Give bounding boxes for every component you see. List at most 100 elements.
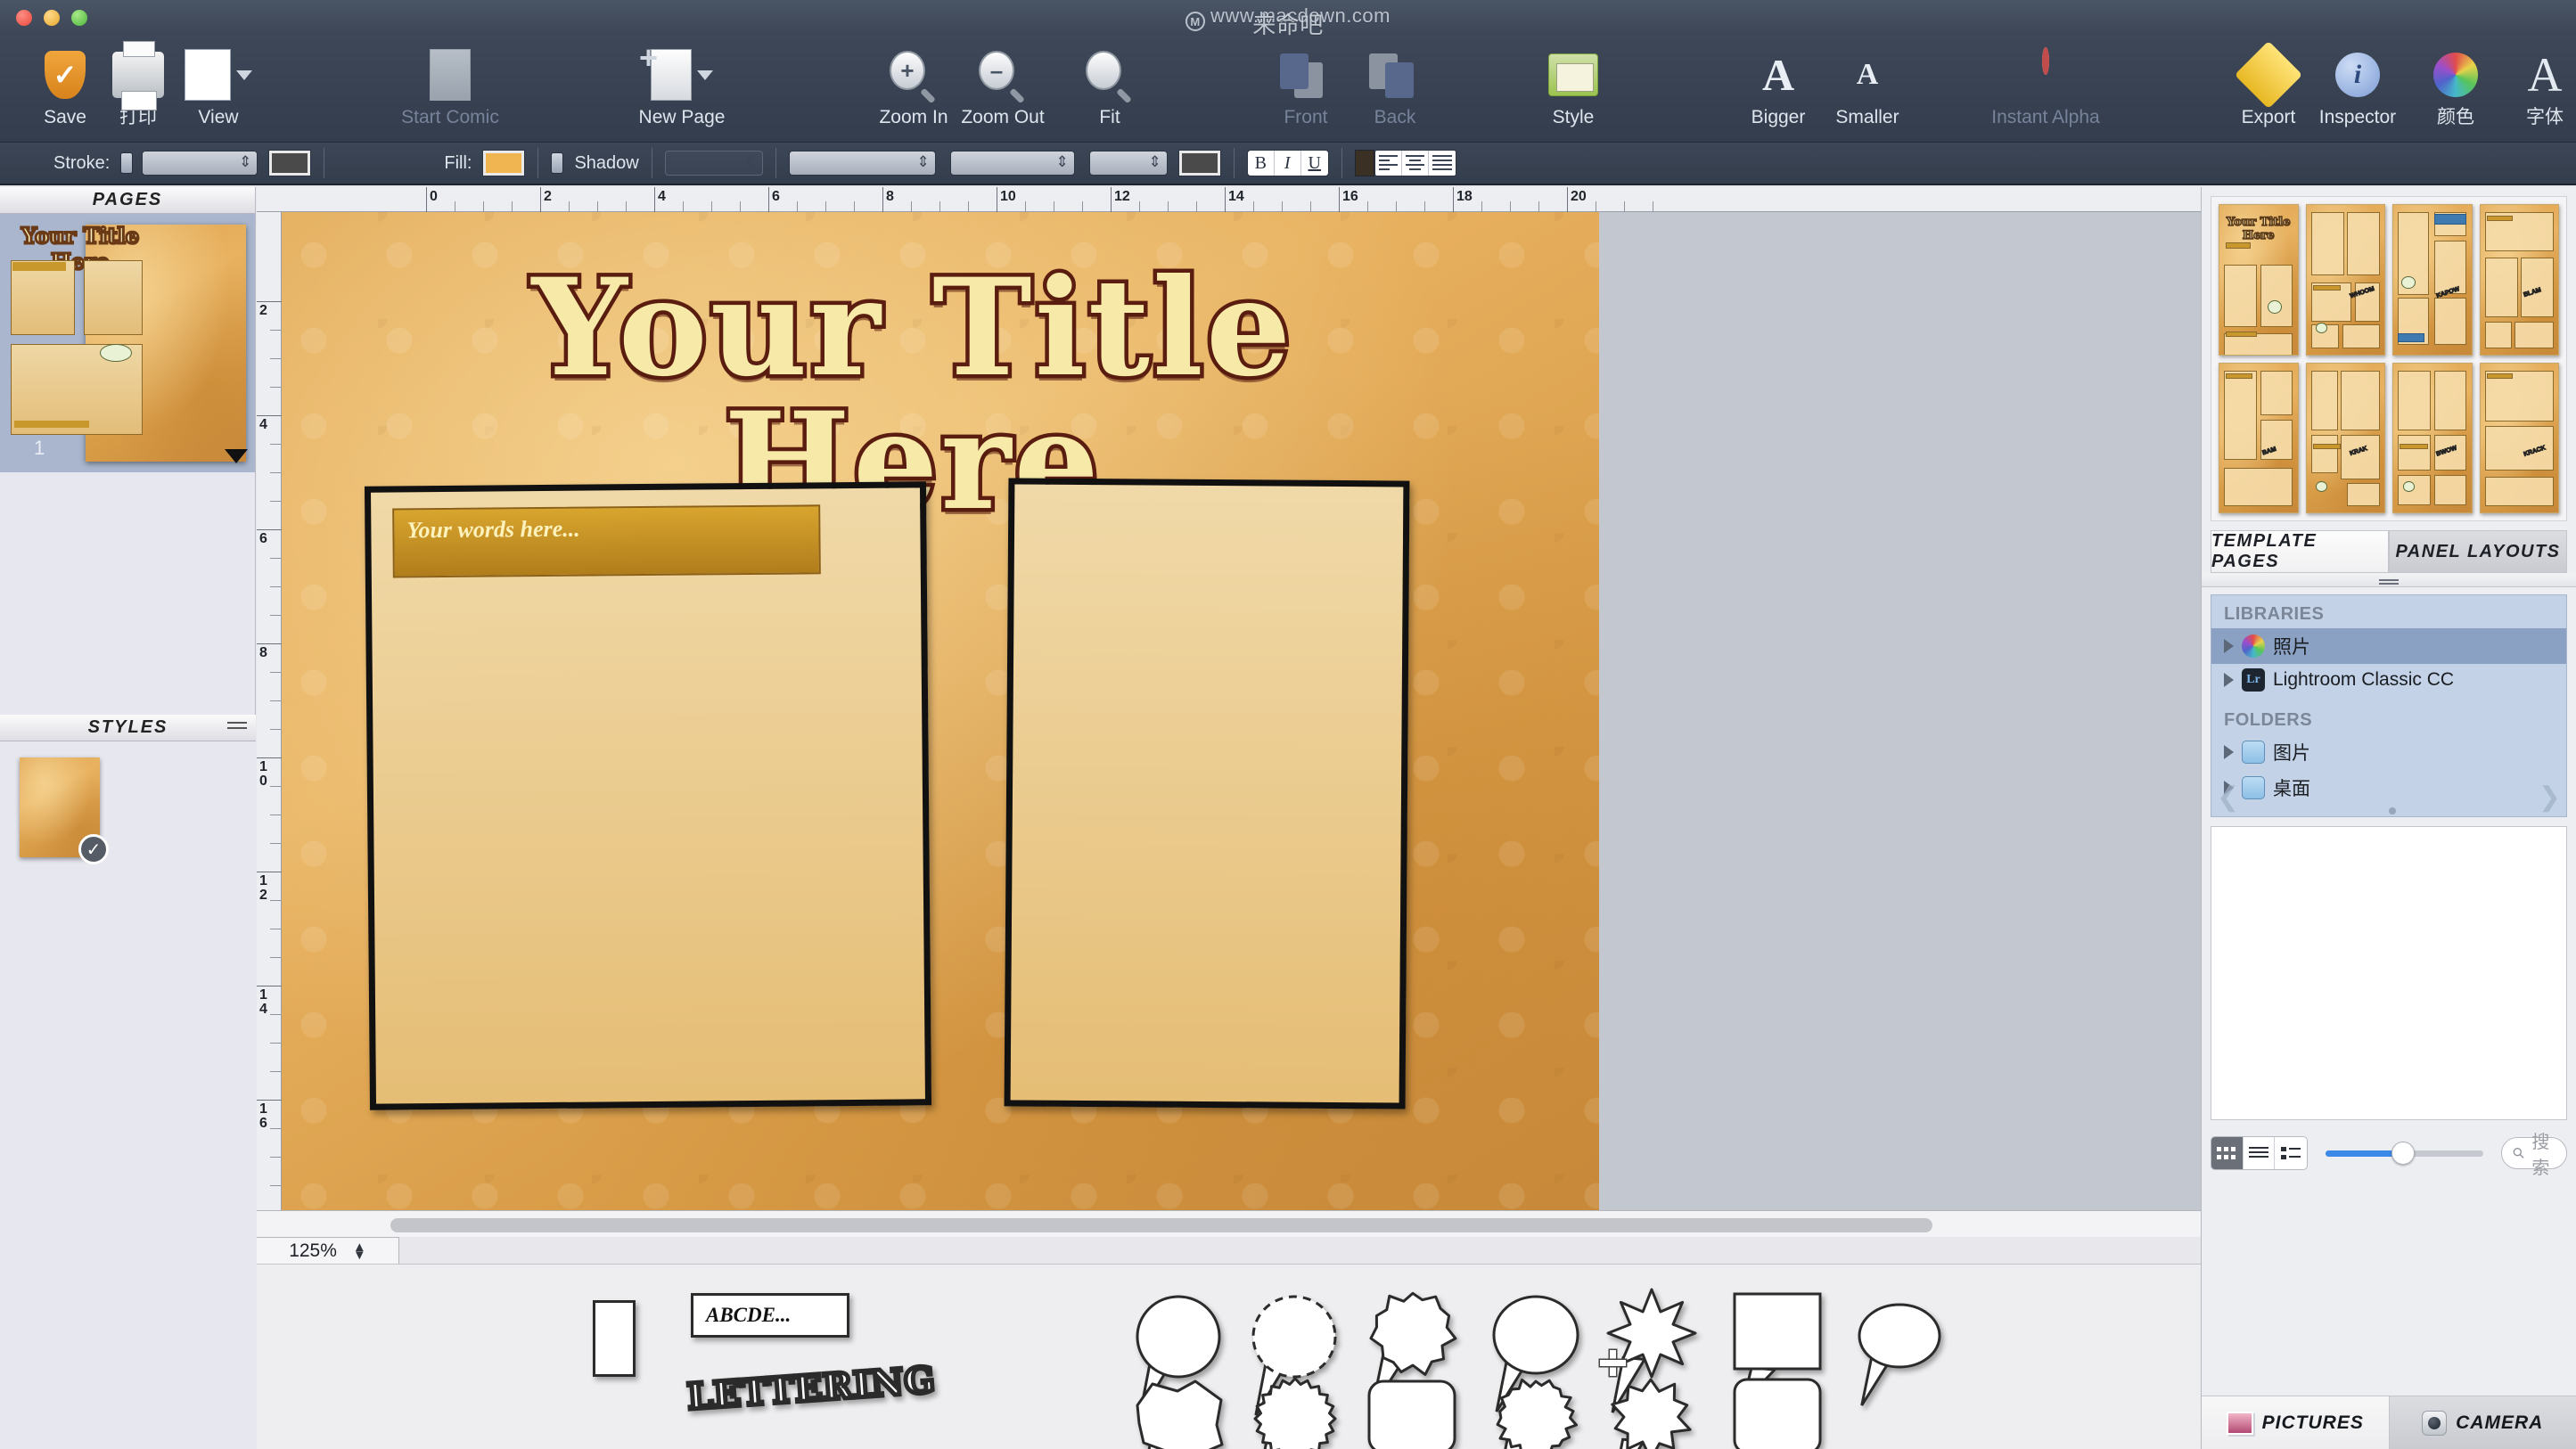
canvas-horizontal-scrollbar[interactable] xyxy=(257,1210,2201,1237)
grid-view-icon[interactable] xyxy=(2211,1137,2244,1169)
canvas-area[interactable]: 0 2 4 6 8 10 12 14 16 18 20 2 4 6 8 10 12 14 16 Your Titl… xyxy=(257,187,2201,1237)
lettering-tool[interactable]: LETTERING xyxy=(684,1356,939,1423)
text-align-group[interactable] xyxy=(1374,150,1456,176)
opacity-select[interactable] xyxy=(664,151,763,176)
thumbnail-size-slider[interactable] xyxy=(2325,1137,2483,1169)
disclosure-triangle-icon[interactable] xyxy=(2224,639,2234,653)
ruler-minor-tick xyxy=(512,201,513,212)
scrollbar-thumb[interactable] xyxy=(390,1218,1932,1232)
caption-box-tool[interactable]: ABCDE... xyxy=(691,1293,851,1339)
wobble-speech-bubble-2[interactable] xyxy=(1491,1378,1598,1449)
ruler-minor-tick xyxy=(740,201,741,212)
template-thumbnail-8[interactable]: KRACK xyxy=(2479,362,2559,513)
spiky-burst-bubble[interactable] xyxy=(1607,1377,1712,1449)
media-source-bar[interactable]: PICTURES CAMERA xyxy=(2202,1396,2576,1449)
toolbar-button-smaller[interactable]: A Smaller xyxy=(1809,43,1925,128)
comic-page[interactable]: Your Title Here Your words here... xyxy=(282,212,1599,1210)
page-expand-arrow[interactable] xyxy=(225,449,248,463)
panel-resize-handle[interactable] xyxy=(2202,573,2576,587)
bubble-tray[interactable]: ABCDE... LETTERING xyxy=(257,1264,2201,1449)
source-camera-button[interactable]: CAMERA xyxy=(2389,1396,2576,1449)
toolbar-button-字体[interactable]: A 字体 xyxy=(2487,43,2576,128)
scroll-right-icon[interactable]: ❯ xyxy=(2539,782,2561,813)
font-style-select[interactable] xyxy=(949,151,1075,176)
text-color-well[interactable] xyxy=(1177,150,1221,176)
view-mode-group[interactable] xyxy=(2211,1136,2308,1170)
chevron-down-icon[interactable] xyxy=(236,70,252,80)
chevron-down-icon[interactable] xyxy=(697,70,713,80)
zoom-level-value: 125% xyxy=(289,1240,337,1261)
disclosure-triangle-icon[interactable] xyxy=(2224,673,2234,687)
template-thumbnail-7[interactable]: BWOW xyxy=(2392,362,2473,513)
stroke-color-well[interactable] xyxy=(268,150,312,176)
template-panel xyxy=(2398,370,2431,430)
ruler-minor-tick xyxy=(1282,201,1283,212)
italic-button[interactable]: I xyxy=(1275,151,1301,176)
zoom-level-control[interactable]: 125% ▲ ▼ xyxy=(257,1237,399,1264)
styles-panel-grip-icon[interactable] xyxy=(227,722,247,733)
comic-panel-left[interactable]: Your words here... xyxy=(364,481,932,1110)
panel-caption-text[interactable]: Your words here... xyxy=(392,504,821,578)
text-bg-well[interactable] xyxy=(1354,150,1374,176)
jagged-speech-bubble[interactable] xyxy=(1135,1379,1242,1449)
template-thumbnail-4[interactable]: BLAM xyxy=(2479,204,2559,356)
artboard[interactable]: Your Title Here Your words here... xyxy=(282,212,2201,1210)
oval-bubble-add[interactable] xyxy=(1857,1302,1960,1411)
bold-button[interactable]: B xyxy=(1248,151,1275,176)
toolbar-button-zoom-out[interactable]: – Zoom Out xyxy=(945,43,1061,128)
ruler-minor-tick xyxy=(1424,201,1425,212)
folder-row-pictures[interactable]: 图片 xyxy=(2211,734,2566,770)
scroll-left-icon[interactable]: ❮ xyxy=(2217,782,2239,813)
align-center-button[interactable] xyxy=(1402,151,1429,176)
tab-panel-layouts[interactable]: PANEL LAYOUTS xyxy=(2389,530,2567,573)
template-thumbnail-3[interactable]: KAPOW xyxy=(2392,204,2473,356)
stroke-enable-checkbox[interactable] xyxy=(120,152,134,174)
ruler-minor-tick xyxy=(270,358,281,359)
template-grid[interactable]: Your Title Here WHOOM KAPOW BLAM BAM KRAK BWOW… xyxy=(2211,196,2567,521)
scallop-speech-bubble[interactable] xyxy=(1251,1377,1358,1449)
underline-button[interactable]: U xyxy=(1301,151,1328,176)
toolbar-button-view[interactable]: View xyxy=(160,43,276,128)
shadow-checkbox[interactable] xyxy=(551,152,564,174)
library-toolbar[interactable]: 搜索 xyxy=(2211,1129,2567,1178)
text-style-group[interactable]: B I U xyxy=(1246,150,1329,176)
detail-view-icon[interactable] xyxy=(2275,1137,2306,1169)
zoom-stepper[interactable]: ▲ ▼ xyxy=(353,1240,366,1262)
style-swatch-item[interactable]: ✓ xyxy=(20,757,109,864)
media-search-input[interactable]: 搜索 xyxy=(2501,1133,2567,1178)
page-list-item[interactable]: 1 Your Title Here xyxy=(0,214,255,472)
font-size-select[interactable] xyxy=(1088,151,1168,176)
align-left-button[interactable] xyxy=(1375,151,1402,176)
template-thumbnail-6[interactable]: KRAK xyxy=(2305,362,2385,513)
ruler-minor-tick xyxy=(270,1157,281,1158)
disclosure-triangle-icon[interactable] xyxy=(2224,745,2234,759)
template-thumbnail-1[interactable]: Your Title Here xyxy=(2219,204,2299,356)
fill-color-well[interactable] xyxy=(482,150,526,176)
blank-rectangle-tool[interactable] xyxy=(593,1300,637,1380)
folder-row-desktop[interactable]: 桌面 xyxy=(2211,770,2566,806)
template-thumbnail-5[interactable]: BAM xyxy=(2219,362,2299,513)
library-row-photos[interactable]: 照片 xyxy=(2211,628,2566,664)
library-source-list[interactable]: LIBRARIES 照片 Lr Lightroom Classic CC FOL… xyxy=(2211,594,2567,817)
list-view-icon[interactable] xyxy=(2244,1137,2276,1169)
toolbar-button-fit[interactable]: Fit xyxy=(1052,43,1168,128)
template-thumbnail-2[interactable]: WHOOM xyxy=(2305,204,2385,356)
media-thumbnail-pane[interactable] xyxy=(2211,826,2567,1120)
ruler-tick-label: 8 xyxy=(886,189,894,204)
toolbar-button-label: Zoom Out xyxy=(961,107,1045,127)
right-panel-tabs[interactable]: TEMPLATE PAGES PANEL LAYOUTS xyxy=(2211,530,2567,573)
pages-list[interactable]: 1 Your Title Here xyxy=(0,214,255,472)
stroke-style-select[interactable] xyxy=(142,151,258,176)
tab-template-pages[interactable]: TEMPLATE PAGES xyxy=(2211,530,2389,573)
ruler-tick: 6 xyxy=(257,529,282,546)
rounded-rect-bubble-2[interactable] xyxy=(1732,1377,1839,1449)
rounded-rect-bubble[interactable] xyxy=(1366,1379,1473,1449)
source-pictures-button[interactable]: PICTURES xyxy=(2202,1396,2390,1449)
page-thumbnail[interactable]: Your Title Here xyxy=(11,222,248,463)
library-row-lightroom[interactable]: Lr Lightroom Classic CC xyxy=(2211,664,2566,696)
align-justify-button[interactable] xyxy=(1429,151,1456,176)
comic-panel-right[interactable] xyxy=(1004,478,1410,1109)
font-family-select[interactable] xyxy=(788,151,936,176)
toolbar-button-new-page[interactable]: + New Page xyxy=(624,42,740,128)
toolbar-button-style[interactable]: Style xyxy=(1515,43,1631,128)
